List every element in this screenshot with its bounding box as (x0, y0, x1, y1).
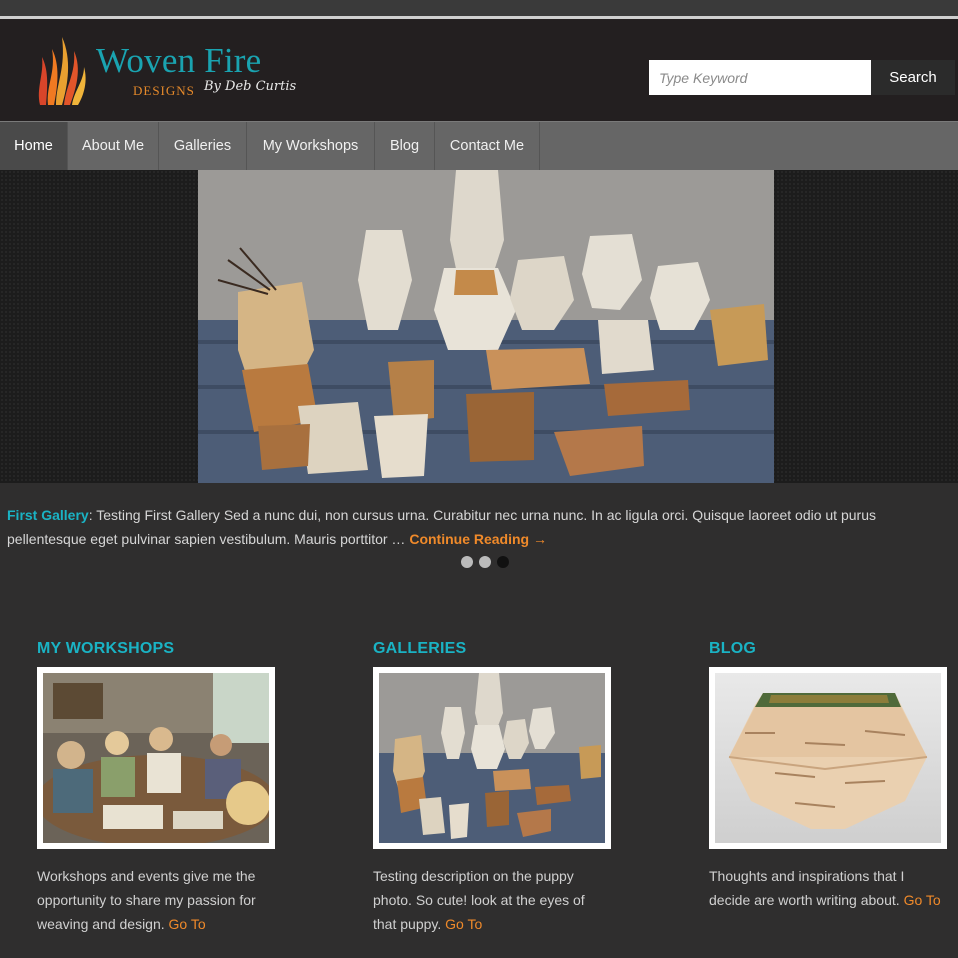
galleries-description: Testing description on the puppy photo. … (373, 864, 608, 936)
main-nav: Home About Me Galleries My Workshops Blo… (0, 121, 958, 170)
blog-description-text: Thoughts and inspirations that I decide … (709, 868, 905, 908)
workshops-goto-link[interactable]: Go To (169, 916, 206, 932)
nav-home[interactable]: Home (0, 122, 68, 170)
baskets-photo (198, 170, 774, 483)
blog-image[interactable] (709, 667, 947, 849)
galleries-title[interactable]: GALLERIES (373, 640, 613, 660)
slider-dot-3[interactable] (497, 556, 509, 568)
slider-dot-1[interactable] (461, 556, 473, 568)
nav-contact-me[interactable]: Contact Me (435, 122, 540, 170)
blog-photo (715, 673, 941, 843)
logo-title: Woven Fire (96, 41, 262, 80)
workshops-description-text: Workshops and events give me the opportu… (37, 868, 256, 932)
galleries-image[interactable] (373, 667, 611, 849)
browser-top-strip (0, 0, 958, 16)
blog-description: Thoughts and inspirations that I decide … (709, 864, 944, 912)
search-input[interactable] (649, 60, 871, 95)
flame-logo-icon (38, 37, 86, 105)
logo-designs: DESIGNS (133, 83, 195, 98)
nav-my-workshops[interactable]: My Workshops (247, 122, 375, 170)
nav-about-me[interactable]: About Me (68, 122, 159, 170)
workshops-title[interactable]: MY WORKSHOPS (37, 640, 277, 660)
galleries-column: GALLERIES Testing description on the pup… (373, 640, 613, 932)
galleries-goto-link[interactable]: Go To (445, 916, 482, 932)
blog-title[interactable]: BLOG (709, 640, 949, 660)
caption-text: First Gallery: Testing First Gallery Sed… (7, 503, 927, 551)
search-button[interactable]: Search (871, 60, 955, 95)
caption-title[interactable]: First Gallery (7, 507, 89, 523)
site-logo[interactable]: Woven Fire DESIGNS By Deb Curtis (34, 33, 314, 113)
workshops-image[interactable] (37, 667, 275, 849)
nav-galleries[interactable]: Galleries (159, 122, 247, 170)
galleries-photo (379, 673, 605, 843)
blog-column: BLOG Thoughts and inspirations that I de… (709, 640, 949, 908)
site-header: Woven Fire DESIGNS By Deb Curtis Search (0, 19, 958, 121)
continue-reading-link[interactable]: Continue Reading → (409, 531, 547, 547)
workshops-column: MY WORKSHOPS Workshops and events give m… (37, 640, 277, 932)
logo-byline: By Deb Curtis (204, 79, 297, 94)
workshops-description: Workshops and events give me the opportu… (37, 864, 272, 936)
workshops-photo (43, 673, 269, 843)
slider-dot-2[interactable] (479, 556, 491, 568)
nav-blog[interactable]: Blog (375, 122, 435, 170)
slider-image[interactable] (198, 170, 774, 483)
blog-goto-link[interactable]: Go To (904, 892, 941, 908)
